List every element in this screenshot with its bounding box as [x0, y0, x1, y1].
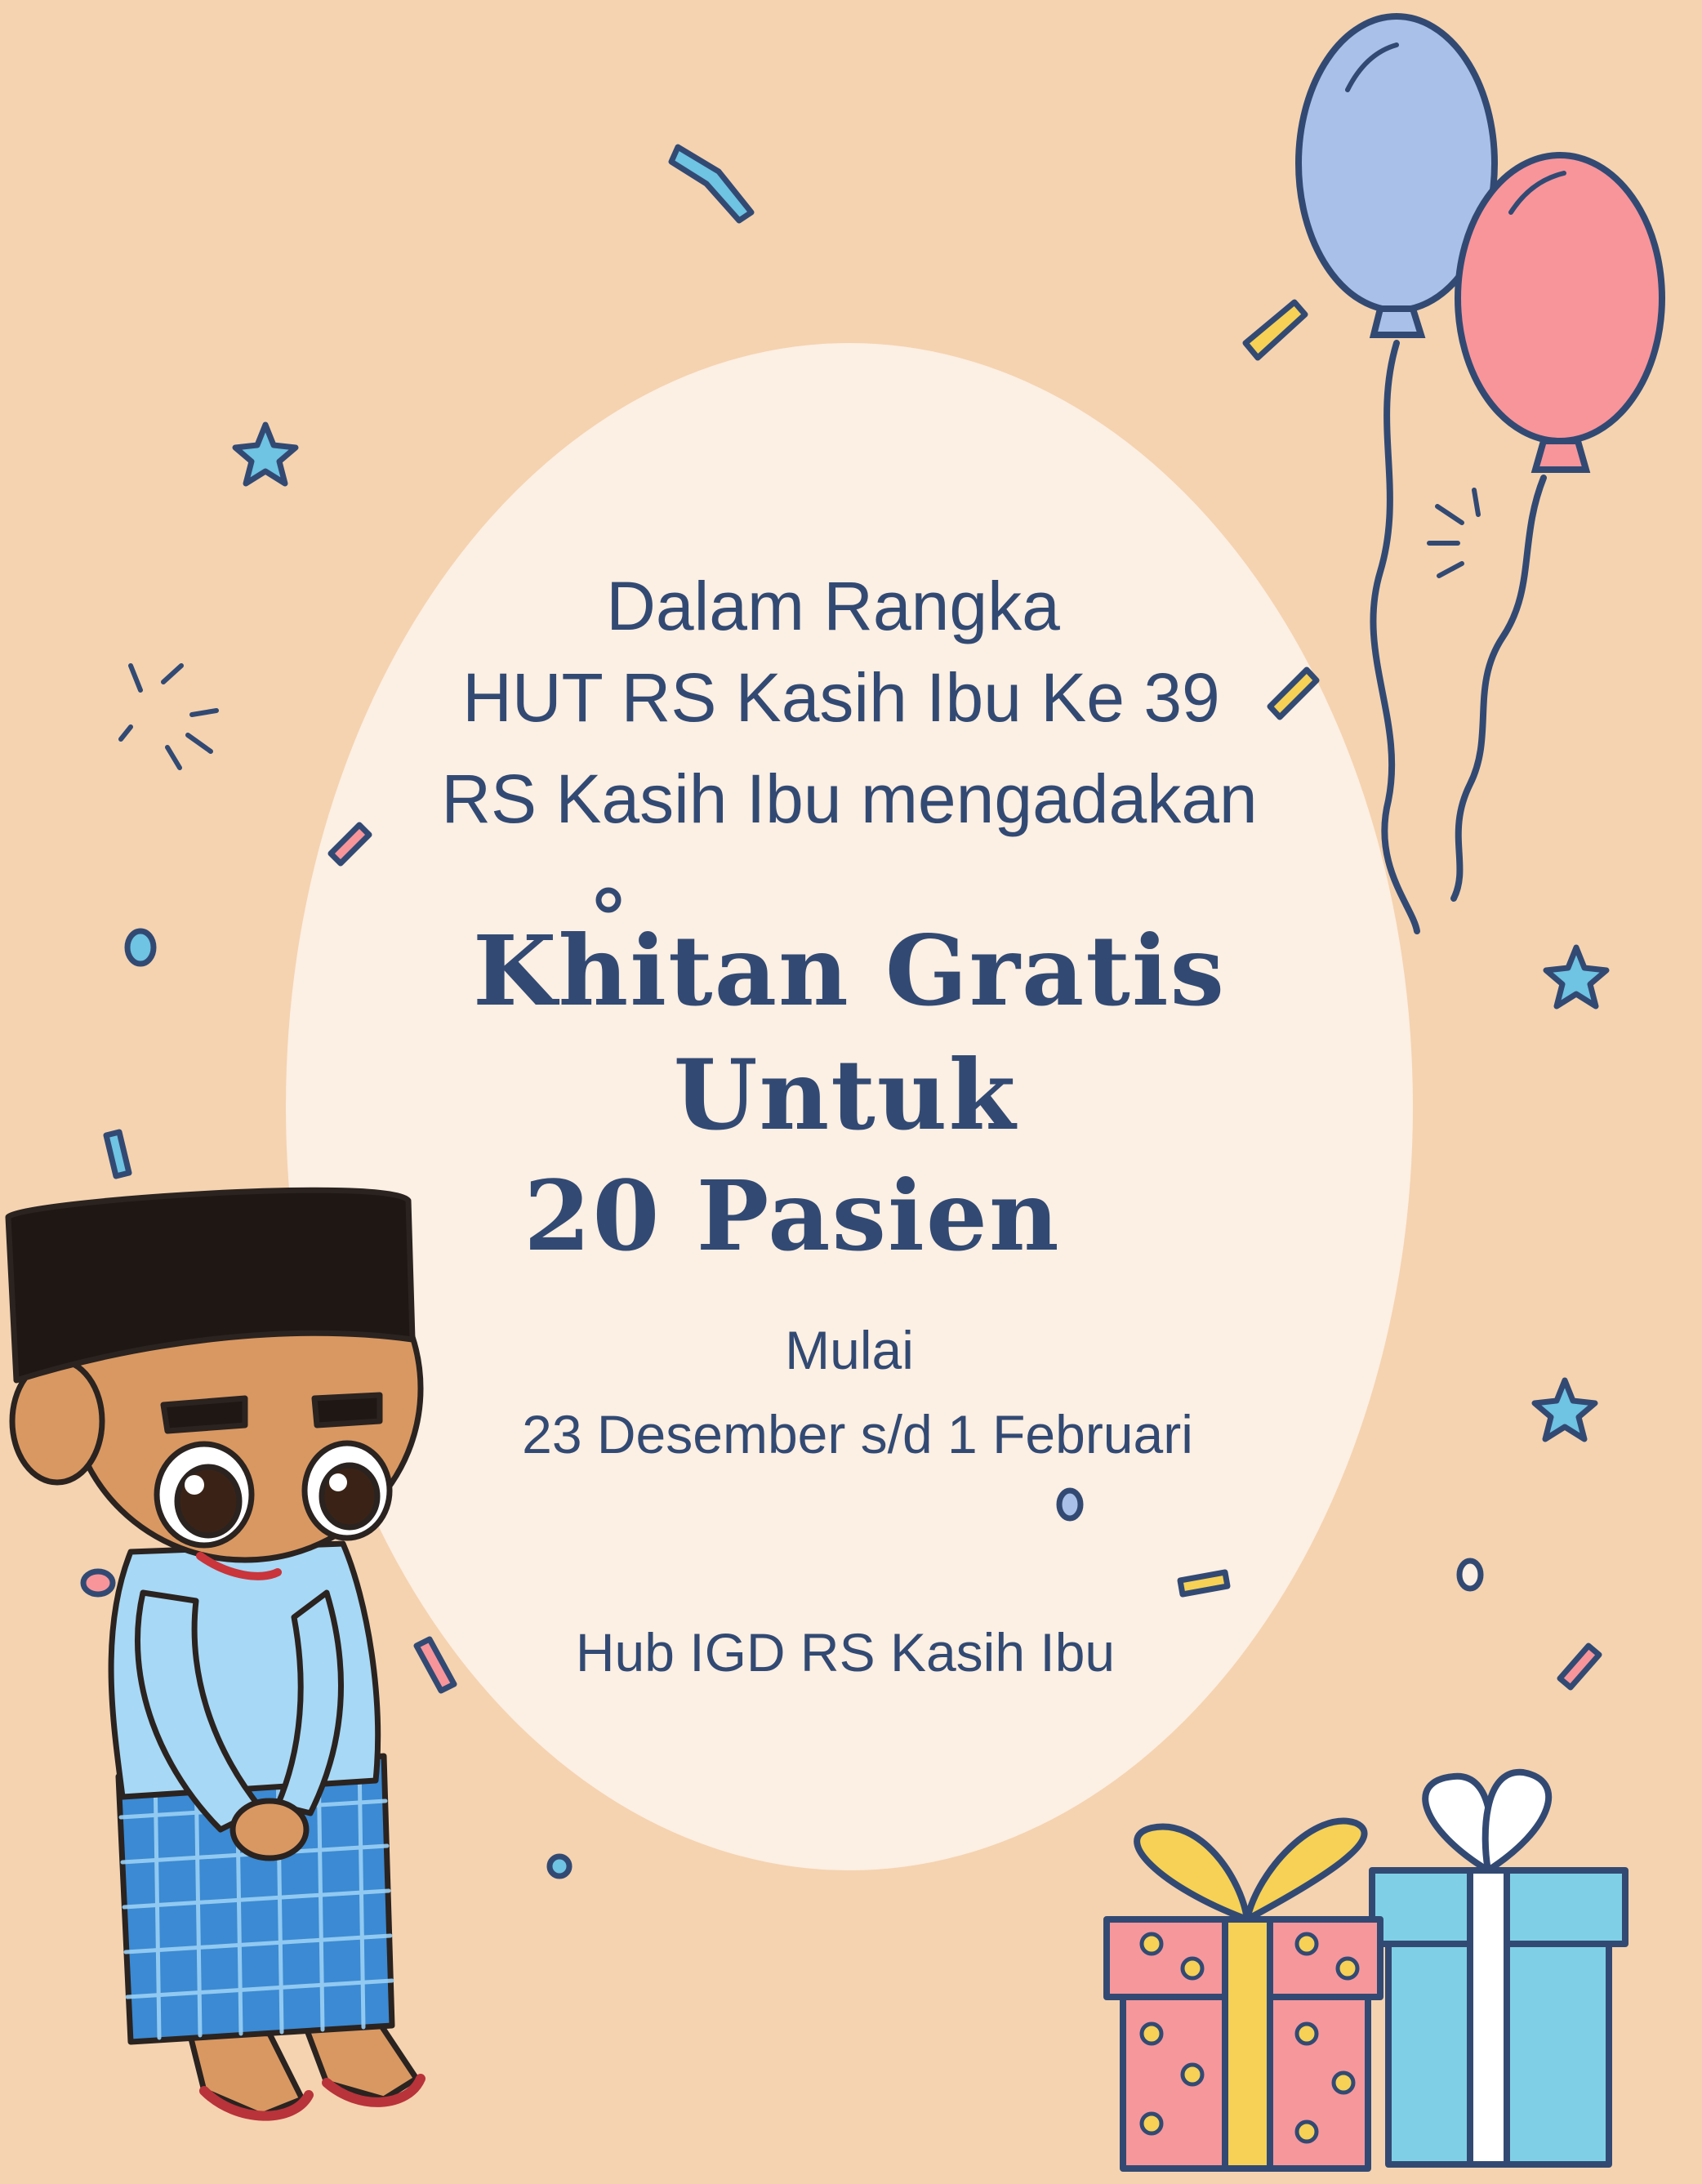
headline-line-2: Untuk: [673, 1038, 1018, 1152]
schedule-dates: 23 Desember s/d 1 Februari: [522, 1404, 1193, 1464]
confetti-icon: [595, 887, 622, 913]
intro-line-3: RS Kasih Ibu mengadakan: [441, 760, 1258, 837]
gift-boxes-icon: [1103, 1768, 1628, 2172]
poster: Dalam Rangka HUT RS Kasih Ibu Ke 39 RS K…: [0, 0, 1702, 2184]
star-icon: [232, 421, 299, 487]
confetti-icon: [1557, 1642, 1602, 1691]
confetti-icon: [668, 144, 755, 224]
headline-line-1: Khitan Gratis: [472, 914, 1227, 1027]
confetti-icon: [546, 1853, 573, 1879]
intro-line-2: HUT RS Kasih Ibu Ke 39: [462, 659, 1220, 736]
confetti-icon: [80, 1568, 116, 1598]
headline-line-3: 20 Pasien: [524, 1159, 1061, 1273]
confetti-icon: [124, 928, 157, 967]
confetti-icon: [1242, 299, 1308, 361]
star-icon: [1543, 944, 1610, 1010]
star-icon: [1531, 1377, 1598, 1442]
confetti-icon: [103, 1129, 132, 1179]
schedule-label: Mulai: [785, 1320, 914, 1380]
confetti-icon: [1456, 1558, 1484, 1592]
contact-info: Hub IGD RS Kasih Ibu: [575, 1622, 1116, 1683]
intro-line-1: Dalam Rangka: [606, 568, 1060, 644]
confetti-icon: [1056, 1487, 1084, 1522]
